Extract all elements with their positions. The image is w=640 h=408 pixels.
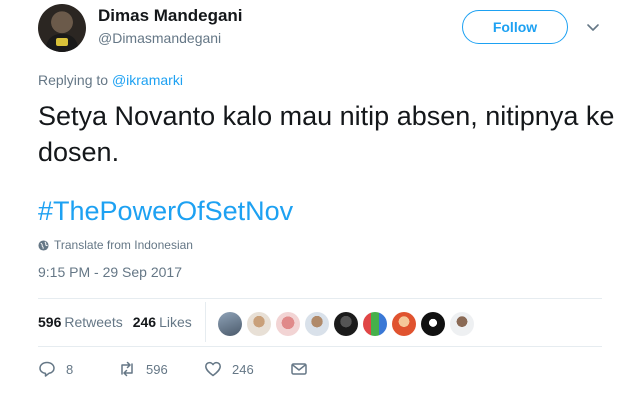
- chevron-down-icon[interactable]: [586, 20, 600, 34]
- retweets-stat[interactable]: 596 Retweets: [38, 314, 123, 330]
- envelope-icon: [291, 363, 307, 375]
- liker-avatar[interactable]: [334, 312, 358, 336]
- likes-count: 246: [132, 314, 157, 330]
- tweet-timestamp[interactable]: 9:15 PM - 29 Sep 2017: [38, 264, 182, 280]
- liker-avatar[interactable]: [247, 312, 271, 336]
- retweets-label: Retweets: [64, 314, 123, 330]
- likes-label: Likes: [159, 314, 192, 330]
- retweets-count: 596: [38, 314, 62, 330]
- retweet-count: 596: [146, 361, 168, 377]
- translate-button[interactable]: Translate from Indonesian: [38, 238, 193, 252]
- retweet-action[interactable]: 596: [118, 360, 204, 378]
- liker-avatar[interactable]: [421, 312, 445, 336]
- replying-prefix: Replying to: [38, 72, 112, 88]
- action-bar: 8 596 246: [38, 360, 308, 378]
- likers-avatars: [218, 312, 474, 336]
- tweet-text: Setya Novanto kalo mau nitip absen, niti…: [38, 101, 615, 167]
- liker-avatar[interactable]: [218, 312, 242, 336]
- divider-top: [38, 298, 602, 299]
- stats-separator: [205, 302, 206, 342]
- author-avatar[interactable]: [38, 4, 86, 52]
- reply-action[interactable]: 8: [38, 360, 118, 378]
- liker-avatar[interactable]: [450, 312, 474, 336]
- globe-icon: [38, 239, 49, 251]
- author-name[interactable]: Dimas Mandegani: [98, 6, 243, 26]
- liker-avatar[interactable]: [276, 312, 300, 336]
- reply-icon: [39, 361, 55, 377]
- replying-handle-link[interactable]: @ikramarki: [112, 72, 183, 88]
- like-count: 246: [232, 361, 254, 377]
- engagement-stats: 596 Retweets 246 Likes: [38, 314, 192, 330]
- hashtag-link[interactable]: #ThePowerOfSetNov: [38, 196, 293, 227]
- heart-icon: [205, 361, 221, 377]
- avatar-shirt-print: [56, 38, 68, 46]
- retweet-icon: [121, 361, 133, 377]
- likes-stat[interactable]: 246 Likes: [133, 314, 192, 330]
- translate-label: Translate from Indonesian: [54, 238, 193, 252]
- liker-avatar[interactable]: [363, 312, 387, 336]
- liker-avatar[interactable]: [305, 312, 329, 336]
- direct-message-action[interactable]: [290, 360, 308, 378]
- reply-count: 8: [66, 361, 74, 377]
- divider-bottom: [38, 346, 602, 347]
- author-handle[interactable]: @Dimasmandegani: [98, 30, 221, 46]
- liker-avatar[interactable]: [392, 312, 416, 336]
- like-action[interactable]: 246: [204, 360, 290, 378]
- replying-to: Replying to @ikramarki: [38, 72, 183, 88]
- tweet-card: Dimas Mandegani @Dimasmandegani Follow R…: [0, 0, 640, 408]
- follow-button[interactable]: Follow: [462, 10, 568, 44]
